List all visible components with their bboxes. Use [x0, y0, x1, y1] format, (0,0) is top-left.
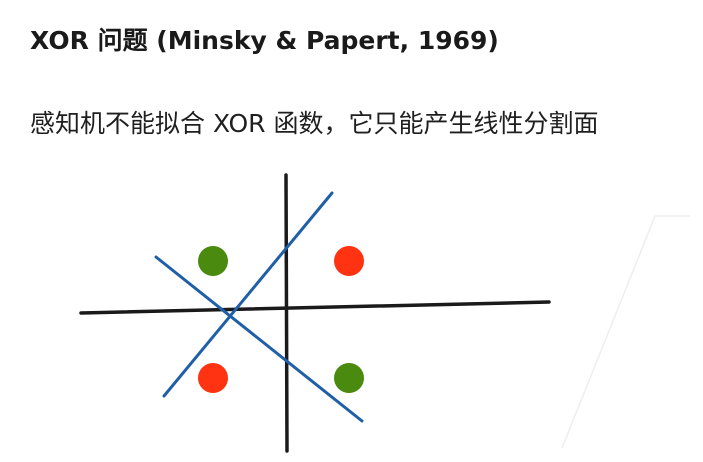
data-point-positive: [334, 363, 364, 393]
data-point-negative: [334, 246, 364, 276]
background-guide-line: [561, 215, 656, 449]
horizontal-axis: [79, 300, 551, 315]
data-point-negative: [198, 363, 228, 393]
slide: XOR 问题 (Minsky & Papert, 1969) 感知机不能拟合 X…: [0, 0, 703, 462]
separator-line: [162, 191, 334, 398]
vertical-axis: [284, 173, 289, 453]
data-point-positive: [198, 246, 228, 276]
xor-diagram: [79, 173, 690, 453]
